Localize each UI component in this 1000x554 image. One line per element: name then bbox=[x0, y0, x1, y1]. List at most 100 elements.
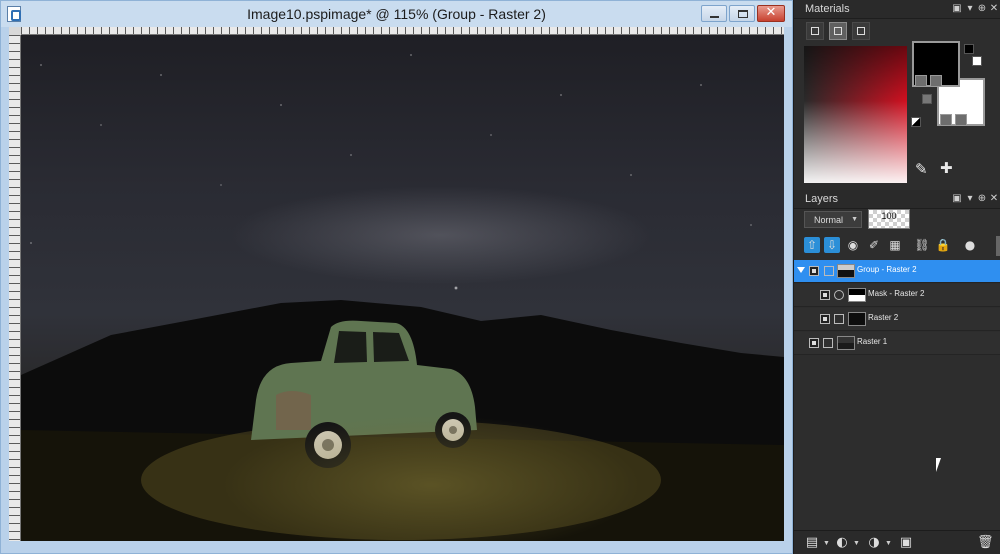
raster-type-icon bbox=[823, 338, 833, 348]
layer-thumbnail bbox=[837, 264, 855, 278]
tab-frame[interactable] bbox=[806, 22, 824, 40]
opacity-value: 100 bbox=[881, 211, 897, 221]
opacity-field[interactable]: 100 bbox=[868, 209, 910, 229]
new-layer-icon[interactable]: ▤ bbox=[804, 535, 820, 551]
color-picker[interactable] bbox=[804, 46, 907, 183]
lock-layer-button[interactable]: 🔒 bbox=[935, 237, 951, 253]
ground-light-glow bbox=[221, 415, 641, 541]
mask-tool-button[interactable]: ✐ bbox=[866, 237, 882, 253]
expand-triangle-icon[interactable] bbox=[797, 267, 805, 273]
new-raster-layer-button[interactable]: ⇧ bbox=[804, 237, 820, 253]
panel-scrollbar[interactable] bbox=[996, 236, 1000, 256]
chevron-down-icon[interactable]: ▾ bbox=[965, 193, 975, 205]
link-layers-button[interactable]: ⛓ bbox=[914, 237, 930, 253]
visibility-icon[interactable] bbox=[809, 266, 819, 276]
merge-down-icon: ⇩ bbox=[826, 238, 838, 252]
trash-icon[interactable]: 🗑 bbox=[977, 535, 994, 551]
eye-icon: ◉ bbox=[847, 238, 859, 252]
chevron-down-icon[interactable]: ▼ bbox=[853, 540, 860, 547]
visibility-icon[interactable] bbox=[820, 314, 830, 324]
panel-menu-icon[interactable]: ▣ bbox=[952, 3, 962, 15]
materials-title: Materials bbox=[805, 3, 850, 15]
raster-type-icon bbox=[834, 314, 844, 324]
visibility-icon[interactable] bbox=[809, 338, 819, 348]
vertical-ruler[interactable] bbox=[9, 35, 21, 541]
fg-texture-icon[interactable] bbox=[930, 75, 942, 87]
maximize-icon bbox=[738, 10, 748, 18]
layers-panel: Layers ▣ ▾ ⊕ ✕ Normal ▼ 100 ⇧ ⇩ ◉ ✐ ▦ ⛓ … bbox=[793, 190, 1000, 554]
app-root: Image10.pspimage* @ 115% (Group - Raster… bbox=[0, 0, 1000, 554]
layer-name: Mask - Raster 2 bbox=[868, 289, 925, 298]
chevron-down-icon[interactable]: ▼ bbox=[823, 540, 830, 547]
close-panel-icon[interactable]: ✕ bbox=[989, 3, 999, 15]
visibility-toggle-button[interactable]: ◉ bbox=[845, 237, 861, 253]
minimize-button[interactable] bbox=[701, 5, 727, 22]
layer-group-icon[interactable]: ▣ bbox=[898, 535, 914, 551]
layer-thumbnail bbox=[848, 312, 866, 326]
maximize-button[interactable] bbox=[729, 5, 755, 22]
chevron-down-icon[interactable]: ▼ bbox=[885, 540, 892, 547]
blend-mode-select[interactable]: Normal ▼ bbox=[804, 211, 862, 228]
layer-row[interactable]: Raster 2 bbox=[794, 308, 1000, 331]
layers-toolbar: ▤ ▼ ◐ ▼ ◑ ▼ ▣ 🗑 bbox=[794, 530, 1000, 554]
brush-icon: ✐ bbox=[868, 238, 880, 252]
layer-row[interactable]: Raster 1 bbox=[794, 332, 1000, 355]
layer-style-icon: ▦ bbox=[889, 238, 901, 252]
new-layer-icon: ⇧ bbox=[806, 238, 818, 252]
properties-button[interactable]: ● bbox=[962, 237, 978, 253]
layer-name: Raster 2 bbox=[868, 313, 899, 322]
mini-fg-swatch[interactable] bbox=[964, 44, 974, 54]
fg-style-icon[interactable] bbox=[915, 75, 927, 87]
swatches-tab-icon bbox=[857, 27, 865, 35]
layers-header: Layers ▣ ▾ ⊕ ✕ bbox=[794, 190, 1000, 209]
layer-row[interactable]: Mask - Raster 2 bbox=[794, 284, 1000, 307]
minimize-icon bbox=[710, 16, 719, 18]
reset-colors-icon[interactable] bbox=[911, 117, 921, 127]
properties-icon: ● bbox=[964, 238, 976, 252]
materials-header: Materials ▣ ▾ ⊕ ✕ bbox=[794, 0, 1000, 19]
close-icon: ✕ bbox=[765, 5, 777, 20]
rainbow-tab-icon bbox=[834, 27, 842, 35]
frame-tab-icon bbox=[811, 27, 819, 35]
chevron-down-icon[interactable]: ▾ bbox=[965, 3, 975, 15]
image-window: Image10.pspimage* @ 115% (Group - Raster… bbox=[0, 0, 793, 554]
horizontal-ruler[interactable] bbox=[21, 27, 784, 35]
layer-style-button[interactable]: ▦ bbox=[887, 237, 903, 253]
chevron-down-icon: ▼ bbox=[851, 216, 858, 223]
foreground-swatch[interactable] bbox=[912, 41, 960, 87]
materials-panel: Materials ▣ ▾ ⊕ ✕ ✎ ✚ bbox=[793, 0, 1000, 190]
mask-icon[interactable]: ◑ bbox=[866, 535, 882, 551]
tab-rainbow[interactable] bbox=[829, 22, 847, 40]
swap-colors-icon[interactable] bbox=[922, 94, 932, 104]
layers-title: Layers bbox=[805, 193, 839, 205]
layer-thumbnail bbox=[848, 288, 866, 302]
layer-name: Raster 1 bbox=[857, 337, 888, 346]
visibility-icon[interactable] bbox=[820, 290, 830, 300]
adjustment-layer-icon[interactable]: ◐ bbox=[834, 535, 850, 551]
image-canvas[interactable] bbox=[21, 35, 784, 541]
layer-name: Group - Raster 2 bbox=[857, 265, 917, 274]
bg-texture-icon[interactable] bbox=[955, 114, 967, 126]
window-title: Image10.pspimage* @ 115% (Group - Raster… bbox=[247, 6, 546, 22]
pin-icon[interactable]: ⊕ bbox=[977, 193, 987, 205]
tab-swatches[interactable] bbox=[852, 22, 870, 40]
mask-type-icon bbox=[834, 290, 844, 300]
pin-icon[interactable]: ⊕ bbox=[977, 3, 987, 15]
close-button[interactable]: ✕ bbox=[757, 5, 785, 22]
mouse-cursor-icon bbox=[936, 458, 941, 472]
add-swatch-icon[interactable]: ✚ bbox=[940, 159, 953, 177]
link-icon: ⛓ bbox=[914, 238, 930, 252]
ruler-corner bbox=[9, 27, 21, 35]
new-vector-layer-button[interactable]: ⇩ bbox=[824, 237, 840, 253]
layer-thumbnail bbox=[837, 336, 855, 350]
blend-mode-value: Normal bbox=[814, 215, 844, 225]
dropper-icon[interactable]: ✎ bbox=[915, 160, 928, 178]
bg-style-icon[interactable] bbox=[940, 114, 952, 126]
group-type-icon bbox=[824, 266, 834, 276]
lock-icon: 🔒 bbox=[935, 238, 951, 252]
layer-row[interactable]: Group - Raster 2 bbox=[794, 260, 1000, 283]
window-titlebar[interactable]: Image10.pspimage* @ 115% (Group - Raster… bbox=[1, 1, 792, 27]
mini-bg-swatch[interactable] bbox=[972, 56, 982, 66]
close-panel-icon[interactable]: ✕ bbox=[989, 193, 999, 205]
panel-menu-icon[interactable]: ▣ bbox=[952, 193, 962, 205]
